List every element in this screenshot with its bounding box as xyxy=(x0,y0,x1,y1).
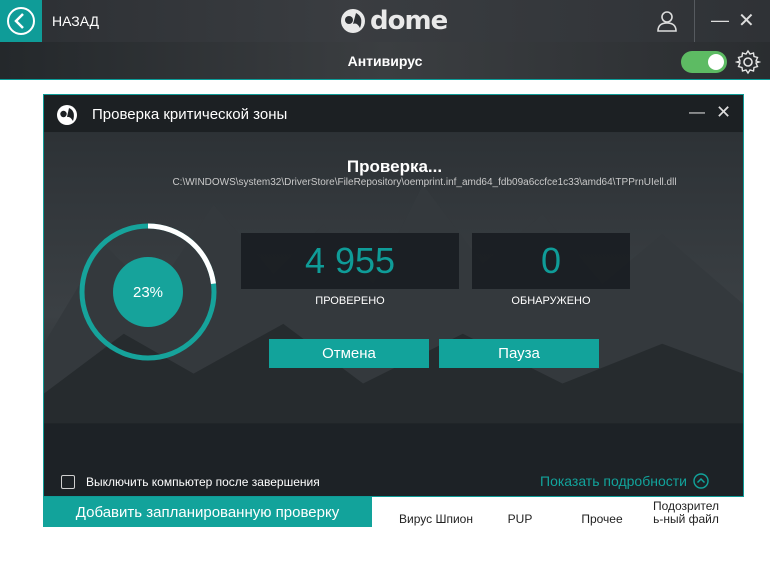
scan-dialog: Проверка критической зоны — ✕ Проверка..… xyxy=(43,94,744,497)
app-topbar: НАЗАД dome — ✕ xyxy=(0,0,770,42)
chevron-left-icon xyxy=(7,7,35,35)
logo-text: dome xyxy=(370,6,448,36)
account-button[interactable] xyxy=(642,0,692,42)
dialog-title: Проверка критической зоны xyxy=(92,106,288,123)
pause-button[interactable]: Пауза xyxy=(439,339,599,368)
dialog-minimize-icon[interactable]: — xyxy=(689,104,705,122)
scan-status: Проверка... xyxy=(346,157,443,176)
details-label: Показать подробности xyxy=(540,473,687,489)
checked-count: 4 955 xyxy=(241,233,459,289)
panda-logo-icon xyxy=(341,9,365,33)
back-button[interactable] xyxy=(0,0,42,42)
dialog-close-icon[interactable]: ✕ xyxy=(716,102,731,123)
app-logo: dome xyxy=(340,6,448,36)
show-details-link[interactable]: Показать подробности xyxy=(540,473,709,489)
found-label: ОБНАРУЖЕНО xyxy=(511,295,591,307)
minimize-icon[interactable]: — xyxy=(711,10,729,31)
dialog-header: Проверка критической зоны — ✕ xyxy=(44,95,743,133)
found-count: 0 xyxy=(472,233,630,289)
shutdown-checkbox[interactable] xyxy=(61,475,75,489)
tab-virus-spy[interactable]: Вирус Шпион xyxy=(396,513,476,526)
topbar-divider xyxy=(694,0,695,42)
toggle-knob xyxy=(708,54,724,70)
antivirus-toggle[interactable] xyxy=(681,51,727,73)
checked-label: ПРОВЕРЕНО xyxy=(315,295,385,307)
scan-current-file: C:\WINDOWS\system32\DriverStore\FileRepo… xyxy=(172,177,677,188)
section-title: Антивирус xyxy=(347,53,423,69)
progress-percent: 23% xyxy=(113,257,183,327)
panda-logo-icon xyxy=(57,105,77,125)
add-scheduled-scan-button[interactable]: Добавить запланированную проверку xyxy=(43,497,372,527)
tab-other[interactable]: Прочее xyxy=(576,513,628,526)
section-header: Антивирус xyxy=(0,42,770,80)
back-label[interactable]: НАЗАД xyxy=(52,13,99,29)
user-icon xyxy=(657,11,677,32)
cancel-button[interactable]: Отмена xyxy=(269,339,429,368)
gear-icon[interactable] xyxy=(735,49,761,75)
close-icon[interactable]: ✕ xyxy=(738,8,755,33)
shutdown-label: Выключить компьютер после завершения xyxy=(86,475,320,489)
chevron-up-circle-icon xyxy=(693,473,709,489)
tab-suspicious-file[interactable]: Подозрител ь-ный файл xyxy=(648,500,724,526)
tab-pup[interactable]: PUP xyxy=(500,513,540,526)
